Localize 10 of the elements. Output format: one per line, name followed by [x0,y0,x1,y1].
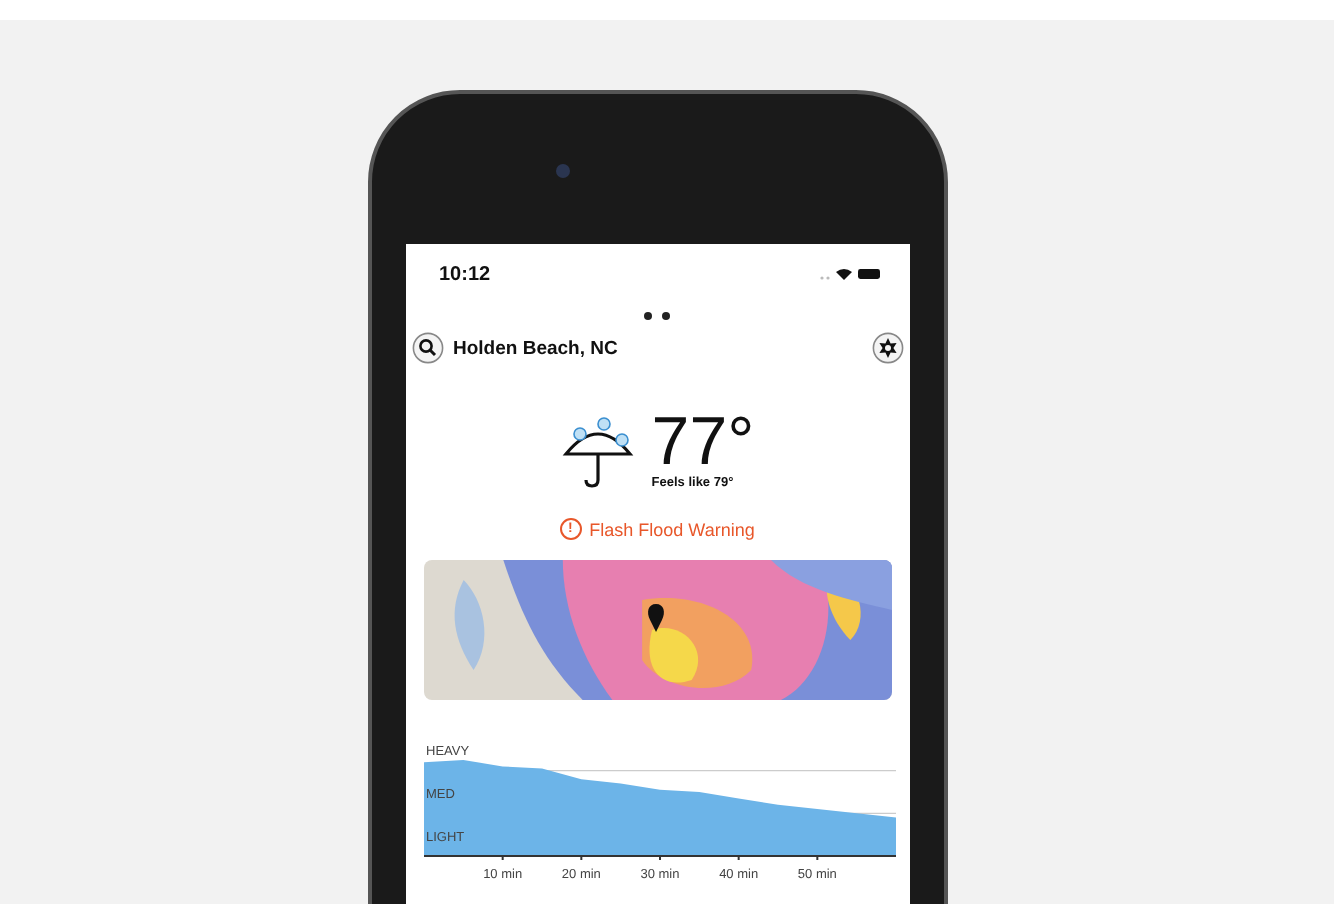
search-icon[interactable] [411,332,443,364]
camera-icon [555,164,569,178]
page-dot[interactable] [662,312,670,320]
alert-text[interactable]: Flash Flood Warning [589,519,755,539]
page-dot[interactable] [644,312,652,320]
location-name: Holden Beach, NC [453,337,620,359]
temperature: 77° [651,408,755,476]
settings-icon[interactable] [871,332,903,364]
status-icons [817,266,881,282]
status-time: 10:12 [439,263,491,285]
